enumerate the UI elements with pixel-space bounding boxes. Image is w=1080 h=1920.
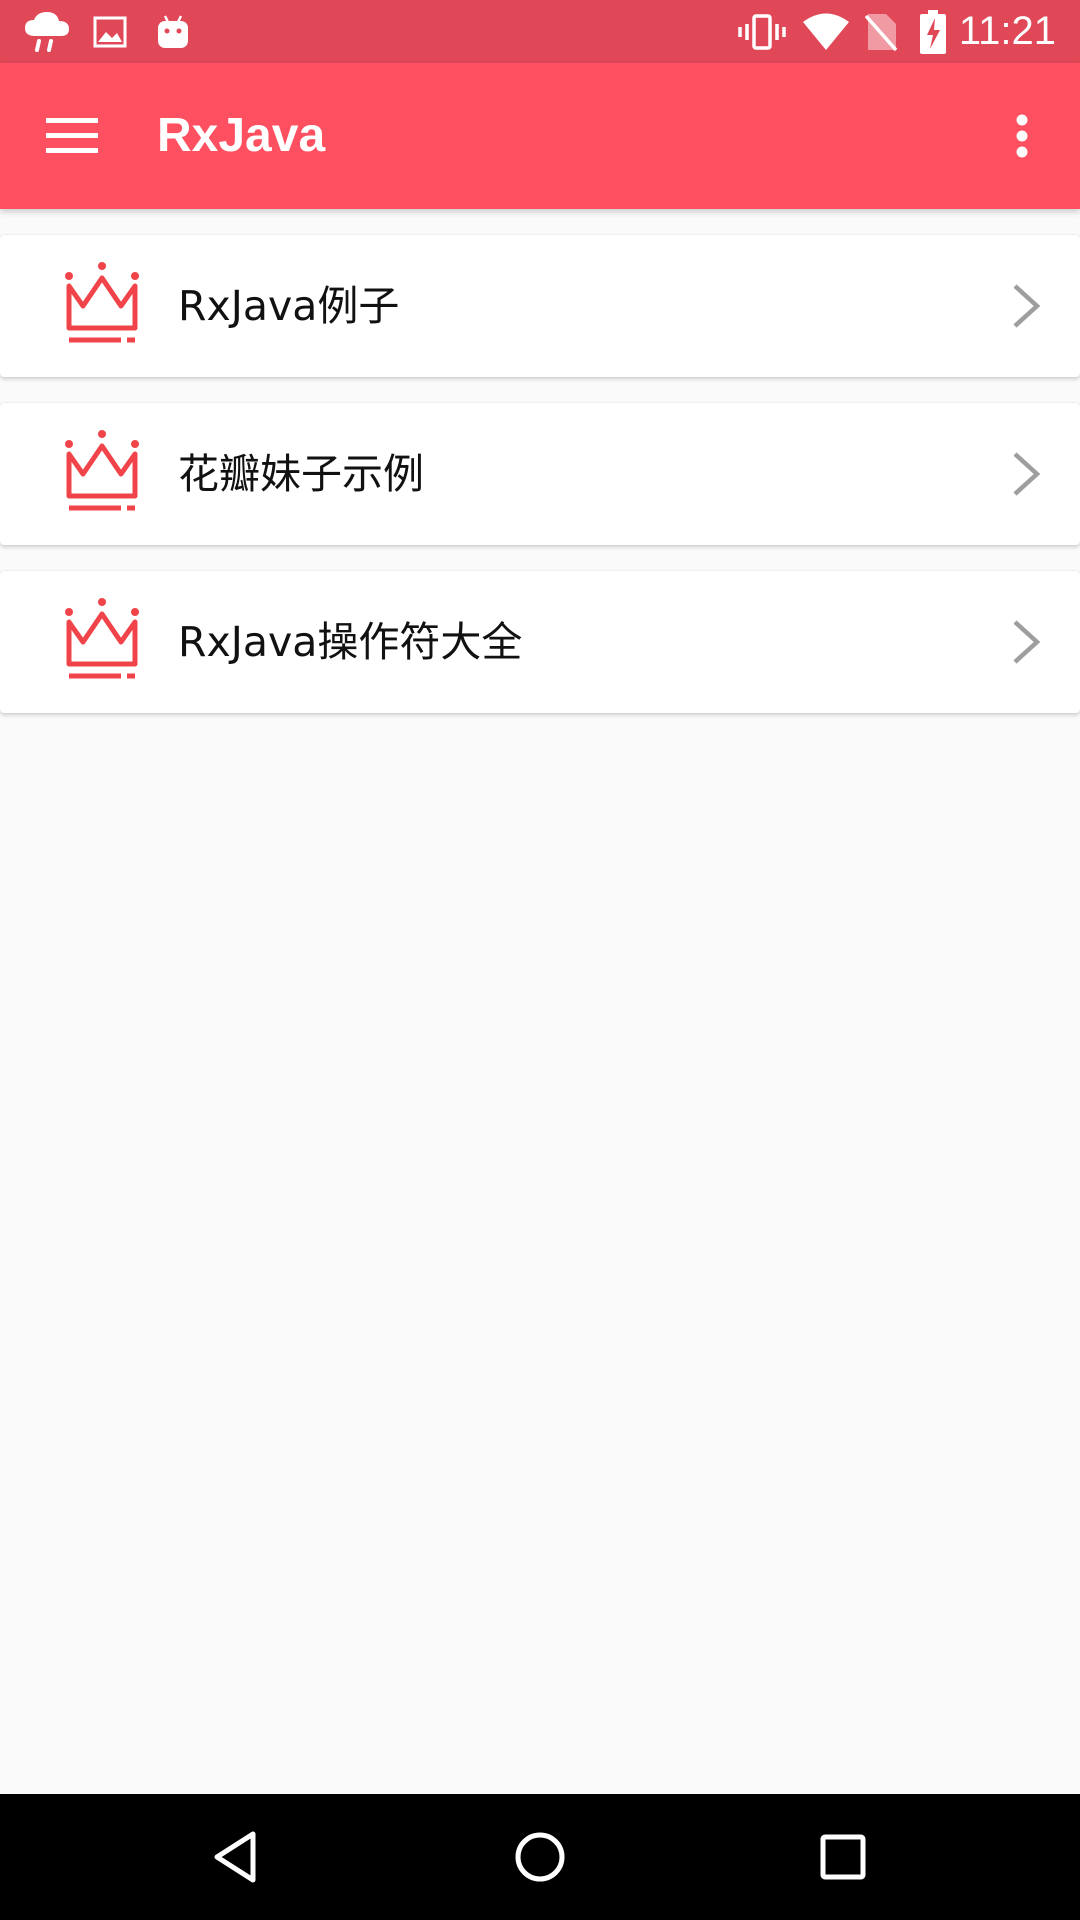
- hamburger-menu-icon[interactable]: [30, 102, 114, 170]
- crown-icon: [65, 430, 139, 511]
- battery-charging-icon: [918, 10, 948, 54]
- weather-rain-icon: [22, 10, 72, 54]
- android-icon: [155, 10, 191, 54]
- list-item-label: 花瓣妹子示例: [178, 450, 424, 498]
- back-icon[interactable]: [197, 1817, 277, 1897]
- page-title: RxJava: [157, 109, 326, 162]
- status-clock: 11:21: [958, 9, 1056, 53]
- vibrate-icon: [737, 10, 787, 54]
- list-item[interactable]: RxJava例子: [0, 235, 1080, 377]
- list-item-label: RxJava例子: [178, 282, 400, 330]
- chevron-right-icon: [1013, 620, 1041, 664]
- more-vert-icon[interactable]: [988, 102, 1056, 170]
- image-icon: [92, 10, 128, 54]
- list-item[interactable]: 花瓣妹子示例: [0, 403, 1080, 545]
- home-icon[interactable]: [500, 1817, 580, 1897]
- list-item-label: RxJava操作符大全: [178, 618, 523, 666]
- chevron-right-icon: [1013, 452, 1041, 496]
- recents-icon[interactable]: [803, 1817, 883, 1897]
- crown-icon: [65, 262, 139, 343]
- crown-icon: [65, 598, 139, 679]
- navigation-bar: [0, 1794, 1080, 1920]
- wifi-icon: [801, 10, 851, 54]
- chevron-right-icon: [1013, 284, 1041, 328]
- status-bar: 11:21: [0, 0, 1080, 63]
- app-bar: RxJava: [0, 63, 1080, 209]
- no-sim-icon: [861, 10, 901, 54]
- list-item[interactable]: RxJava操作符大全: [0, 571, 1080, 713]
